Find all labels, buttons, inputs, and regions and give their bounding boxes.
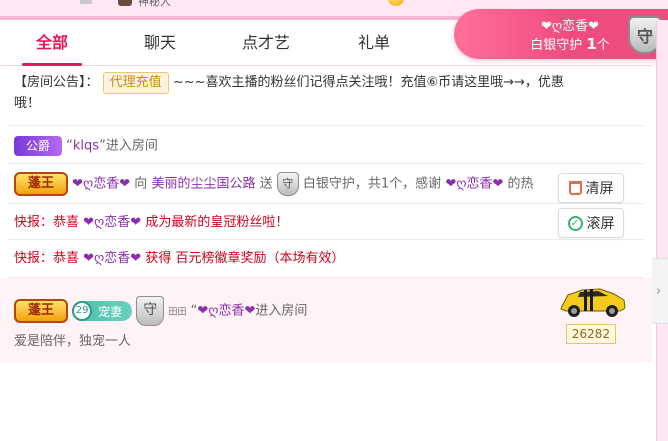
king-badge: 蓬王	[14, 172, 68, 196]
sender-name-link[interactable]: ❤ღ恋香❤	[72, 177, 130, 192]
check-circle-icon: ✓	[567, 215, 583, 231]
avatar	[118, 0, 132, 6]
guard-count: 1	[586, 35, 597, 53]
tab-gift-list[interactable]: 礼单	[334, 24, 414, 66]
room-announcement: 【房间公告】： 代理充值 ~~~喜欢主播的粉丝们记得点关注哦！充值⑥币请这里哦→…	[8, 72, 644, 126]
clear-screen-button[interactable]: 清屏	[558, 173, 624, 203]
gift-desc-text: 白银守护，共1个，感谢	[302, 176, 442, 192]
silver-guard-icon: 守	[276, 172, 299, 196]
flash-text: 成为最新的皇冠粉丝啦！	[145, 215, 289, 230]
flash-prefix: 快报：恭喜	[14, 251, 80, 266]
right-edge-panel	[656, 20, 668, 441]
to-text: 向	[134, 176, 148, 192]
tab-chat[interactable]: 聊天	[120, 24, 200, 66]
flash-prefix: 快报：恭喜	[14, 215, 80, 230]
guard-badge[interactable]: ❤ღ恋香❤ 白银守护 1个 守	[454, 9, 668, 59]
guard-desc: 白银守护 1个	[490, 34, 650, 53]
enter-room-text: 进入房间	[255, 303, 308, 319]
guard-count-unit: 个	[596, 38, 610, 53]
level-number: 29	[72, 301, 93, 321]
flash-news: 快报：恭喜 ❤ღ恋香❤ 成为最新的皇冠粉丝啦！	[8, 206, 644, 240]
list-item: 公爵 “klqs”进入房间	[8, 132, 644, 164]
enter-room-text: 进入房间	[105, 138, 158, 154]
gift-message: 蓬王 ❤ღ恋香❤ 向 美丽的尘尘国公路 送 守 白银守护，共1个，感谢 ❤ღ恋香…	[8, 166, 644, 204]
receiver-name-link[interactable]: 美丽的尘尘国公路	[151, 177, 255, 192]
announcement-label: 【房间公告】：	[14, 75, 99, 90]
gift-tail-text: 的热	[507, 176, 534, 192]
top-username: 神秘人	[138, 0, 171, 8]
user-icon	[80, 0, 92, 4]
chat-list[interactable]: 【房间公告】： 代理充值 ~~~喜欢主播的粉丝们记得点关注哦！充值⑥币请这里哦→…	[0, 66, 652, 441]
send-text: 送	[259, 176, 273, 192]
user-name-link[interactable]: klqs	[73, 139, 99, 154]
trash-icon	[568, 181, 582, 195]
king-badge: 蓬王	[14, 299, 68, 323]
duke-badge: 公爵	[14, 136, 62, 156]
flash-text: 获得 百元榜徽章奖励（本场有效）	[145, 251, 345, 266]
quote-close: ”	[99, 138, 106, 154]
shield-sub-label: 田田	[168, 307, 187, 318]
guard-shield-icon: 守	[136, 296, 165, 326]
announcement-text: ~~~喜欢主播的粉丝们记得点关注哦！充值⑥币请这里哦→→，优惠	[172, 75, 564, 90]
flash-name-link[interactable]: ❤ღ恋香❤	[83, 251, 141, 266]
thanks-name-link[interactable]: ❤ღ恋香❤	[445, 177, 503, 192]
pet-label: 宠妻	[98, 304, 123, 319]
scroll-lock-button[interactable]: ✓ 滚屏	[558, 208, 624, 238]
guard-nickname: ❤ღ恋香❤	[540, 19, 599, 34]
vip-entrance-message: 蓬王 29 宠妻 守 田田 “❤ღ恋香❤进入房间 爱是陪伴，独宠一人 26282	[0, 278, 652, 362]
flash-news: 快报：恭喜 ❤ღ恋香❤ 获得 百元榜徽章奖励（本场有效）	[8, 242, 644, 278]
sports-car-icon	[560, 288, 626, 317]
level-badge: 29 宠妻	[72, 301, 133, 321]
announcement-text-2: 哦！	[14, 96, 41, 111]
tab-all[interactable]: 全部	[12, 24, 92, 66]
agent-recharge-link[interactable]: 代理充值	[102, 72, 169, 94]
scroll-lock-label: 滚屏	[586, 216, 615, 232]
coin-icon	[388, 0, 404, 6]
tab-talent[interactable]: 点才艺	[226, 24, 306, 66]
user-name-link[interactable]: ❤ღ恋香❤	[197, 304, 255, 319]
quote-open: “	[66, 138, 73, 154]
guard-type: 白银守护	[530, 38, 583, 53]
clear-screen-label: 清屏	[585, 181, 614, 197]
entrance-slogan: 爱是陪伴，独宠一人	[14, 334, 132, 349]
car-score: 26282	[566, 324, 616, 344]
flash-name-link[interactable]: ❤ღ恋香❤	[83, 215, 141, 230]
